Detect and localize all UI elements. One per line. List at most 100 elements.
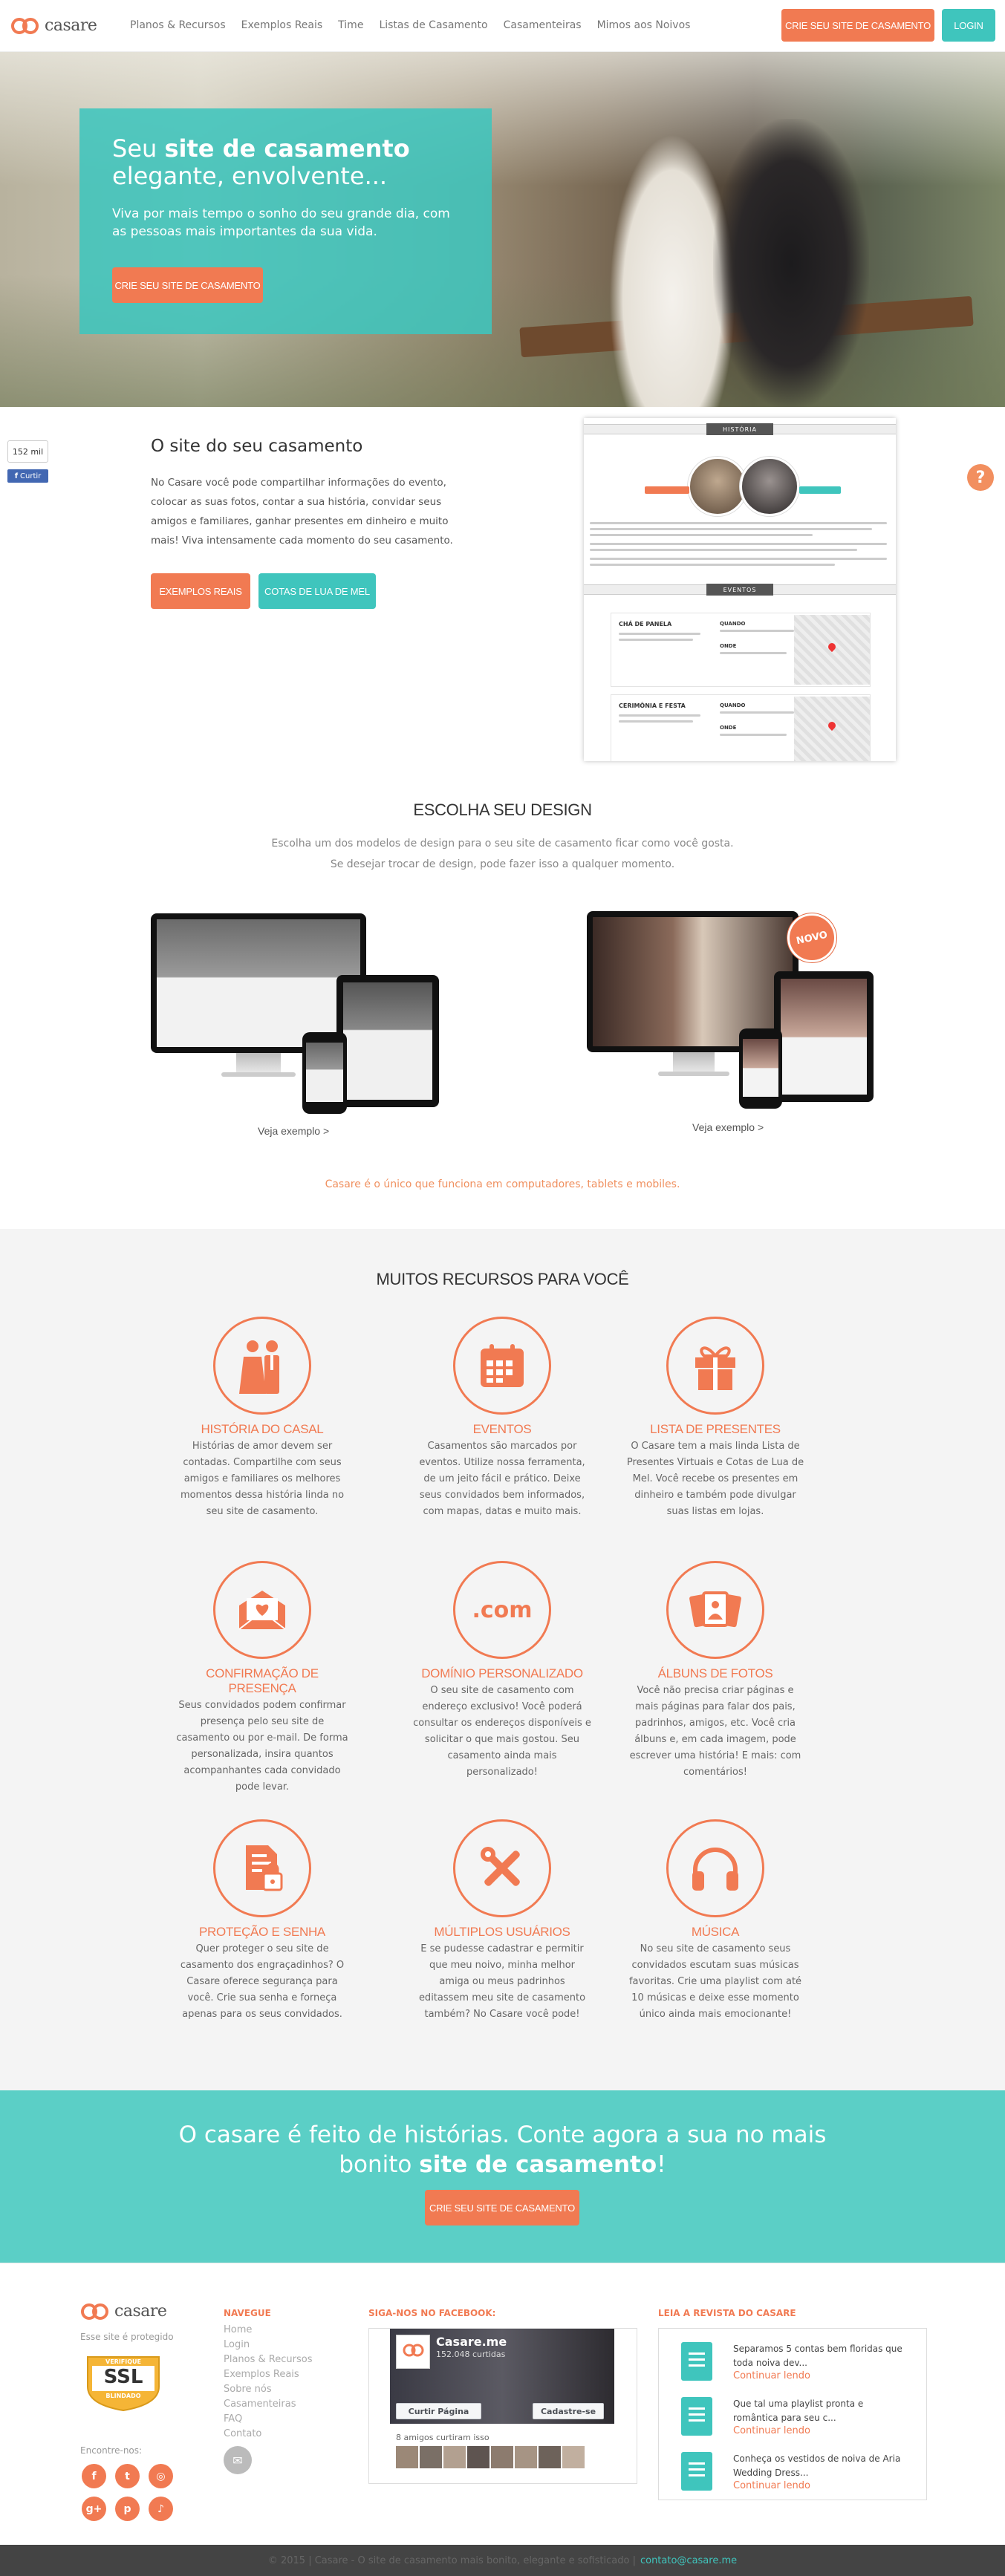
gift-icon xyxy=(666,1317,764,1415)
magazine-article[interactable]: Que tal uma playlist pronta e romântica … xyxy=(681,2397,919,2442)
document-icon xyxy=(681,2397,712,2436)
mock-text-line xyxy=(619,633,700,635)
instagram-icon[interactable]: ◎ xyxy=(149,2464,173,2488)
facebook-icon[interactable]: f xyxy=(82,2464,106,2488)
footer-link-login[interactable]: Login xyxy=(224,2338,312,2352)
logo-text: casare xyxy=(45,16,97,35)
fb-signup-button[interactable]: Cadastre-se xyxy=(533,2403,604,2419)
responsive-note: Casare é o único que funciona em computa… xyxy=(325,1178,680,1190)
protected-text: Esse site é protegido xyxy=(80,2332,174,2342)
cta-button[interactable]: CRIE SEU SITE DE CASAMENTO xyxy=(425,2190,579,2226)
feature-usuarios: MÚLTIPLOS USUÁRIOS E se pudesse cadastra… xyxy=(413,1819,591,2023)
features-section: MUITOS RECURSOS PARA VOCÊ HISTÓRIA DO CA… xyxy=(0,1229,1005,2090)
avatar xyxy=(562,2446,585,2468)
feature-text: Quer proteger o seu site de casamento do… xyxy=(180,1943,345,2020)
feature-title: DOMÍNIO PERSONALIZADO xyxy=(421,1666,583,1680)
hero-title-post: elegante, envolvente... xyxy=(112,162,388,190)
footer-link-exemplos[interactable]: Exemplos Reais xyxy=(224,2367,312,2382)
cta-line2-pre: bonito xyxy=(339,2151,420,2178)
casare-logo[interactable]: casare xyxy=(10,16,97,35)
main-nav: Planos & Recursos Exemplos Reais Time Li… xyxy=(130,19,690,31)
footer-link-sobre[interactable]: Sobre nós xyxy=(224,2382,312,2397)
examples-button[interactable]: EXEMPLOS REAIS xyxy=(151,573,250,609)
footer-link-casamenteiras[interactable]: Casamenteiras xyxy=(224,2397,312,2412)
fb-page-name[interactable]: Casare.me xyxy=(436,2335,507,2349)
envelope-heart-icon xyxy=(213,1561,311,1659)
feature-title: ÁLBUNS DE FOTOS xyxy=(657,1666,773,1680)
feature-text: Seus convidados podem confirmar presença… xyxy=(176,1700,348,1793)
article-read-more[interactable]: Continuar lendo xyxy=(733,2425,810,2436)
article-title: Que tal uma playlist pronta e romântica … xyxy=(733,2399,864,2423)
design1-example-link[interactable]: Veja exemplo > xyxy=(258,1125,329,1137)
fb-like-page-button[interactable]: Curtir Página xyxy=(396,2403,481,2419)
nav-planos[interactable]: Planos & Recursos xyxy=(130,19,226,31)
header-cta-button[interactable]: CRIE SEU SITE DE CASAMENTO xyxy=(781,9,934,42)
photo-album-icon-svg xyxy=(689,1591,741,1628)
magazine-article[interactable]: Separamos 5 contas bem floridas que toda… xyxy=(681,2342,919,2387)
nav-mimos[interactable]: Mimos aos Noivos xyxy=(597,19,691,31)
feature-title: PROTEÇÃO E SENHA xyxy=(199,1925,325,1939)
hero-photo-groom xyxy=(713,119,869,407)
feature-text: O seu site de casamento com endereço exc… xyxy=(413,1685,591,1778)
feature-title: HISTÓRIA DO CASAL xyxy=(201,1422,324,1436)
footer-logo[interactable]: casare xyxy=(80,2302,167,2321)
pinterest-icon[interactable]: p xyxy=(115,2497,140,2521)
header: casare Planos & Recursos Exemplos Reais … xyxy=(0,0,1005,52)
nav-listas[interactable]: Listas de Casamento xyxy=(379,19,487,31)
feature-protecao: PROTEÇÃO E SENHA Quer proteger o seu sit… xyxy=(173,1819,351,2023)
cta-heading: O casare é feito de histórias. Conte ago… xyxy=(0,2120,1005,2179)
google-plus-icon[interactable]: g+ xyxy=(82,2497,106,2521)
design1-tablet-screen xyxy=(343,982,432,1100)
nav-casamenteiras[interactable]: Casamenteiras xyxy=(504,19,582,31)
couple-icon xyxy=(213,1317,311,1415)
nav-time[interactable]: Time xyxy=(338,19,363,31)
hero-cta-button[interactable]: CRIE SEU SITE DE CASAMENTO xyxy=(112,267,263,303)
footer-link-planos[interactable]: Planos & Recursos xyxy=(224,2352,312,2367)
feature-presentes: LISTA DE PRESENTES O Casare tem a mais l… xyxy=(626,1317,804,1520)
design2-example-link[interactable]: Veja exemplo > xyxy=(692,1121,764,1133)
fb-friend-avatars xyxy=(396,2446,585,2468)
footer-link-faq[interactable]: FAQ xyxy=(224,2412,312,2427)
cta-line1: O casare é feito de histórias. Conte ago… xyxy=(178,2122,827,2148)
couple-icon-svg xyxy=(239,1340,279,1394)
footer-link-home[interactable]: Home xyxy=(224,2323,312,2338)
design-subtitle-2: Se desejar trocar de design, pode fazer … xyxy=(330,858,675,870)
email-icon[interactable]: ✉ xyxy=(224,2446,252,2474)
article-read-more[interactable]: Continuar lendo xyxy=(733,2480,810,2491)
hero: Seu site de casamento elegante, envolvent… xyxy=(0,52,1005,407)
twitter-icon[interactable]: t xyxy=(115,2464,140,2488)
avatar xyxy=(515,2446,537,2468)
mock-text-line xyxy=(720,630,794,632)
mock-bride-label xyxy=(645,486,689,494)
nav-exemplos[interactable]: Exemplos Reais xyxy=(241,19,323,31)
design1-desktop-screen xyxy=(157,919,360,1047)
mock-text-line xyxy=(590,522,887,524)
headphones-icon xyxy=(666,1819,764,1917)
desktop-stand xyxy=(236,1053,281,1072)
honeymoon-quotas-button[interactable]: COTAS DE LUA DE MEL xyxy=(258,573,376,609)
hero-title-bold: site de casamento xyxy=(164,134,410,163)
facebook-like-label: Curtir xyxy=(20,472,42,480)
footer-link-contato[interactable]: Contato xyxy=(224,2427,312,2442)
contact-email-link[interactable]: contato@casare.me xyxy=(640,2555,737,2566)
mock-text-line xyxy=(590,543,887,545)
copyright: © 2015 | Casare - O site de casamento ma… xyxy=(267,2554,636,2566)
phone-device xyxy=(302,1032,347,1114)
microphone-icon[interactable]: ♪ xyxy=(149,2497,173,2521)
avatar xyxy=(396,2446,418,2468)
article-read-more[interactable]: Continuar lendo xyxy=(733,2370,810,2381)
login-button[interactable]: LOGIN xyxy=(942,9,995,42)
design1-phone-screen xyxy=(306,1043,343,1102)
facebook-like-button[interactable]: f Curtir xyxy=(7,469,48,483)
help-icon[interactable]: ? xyxy=(967,464,994,491)
ssl-seal[interactable]: VERIFIQUE SSL BLINDADO xyxy=(80,2352,166,2412)
feature-title: MÚSICA xyxy=(691,1925,740,1939)
mock-groom-label xyxy=(799,486,841,494)
mock-event-card: CERIMÔNIA E FESTA QUANDO ONDE xyxy=(611,694,871,761)
document-icon xyxy=(681,2342,712,2381)
mock-when-label: QUANDO xyxy=(720,702,746,708)
dotcom-icon-text: .com xyxy=(472,1597,533,1623)
magazine-article[interactable]: Conheça os vestidos de noiva de Aria Wed… xyxy=(681,2452,919,2497)
cta-line2-bold: site de casamento xyxy=(419,2151,657,2178)
design2-tablet-screen xyxy=(781,979,867,1095)
